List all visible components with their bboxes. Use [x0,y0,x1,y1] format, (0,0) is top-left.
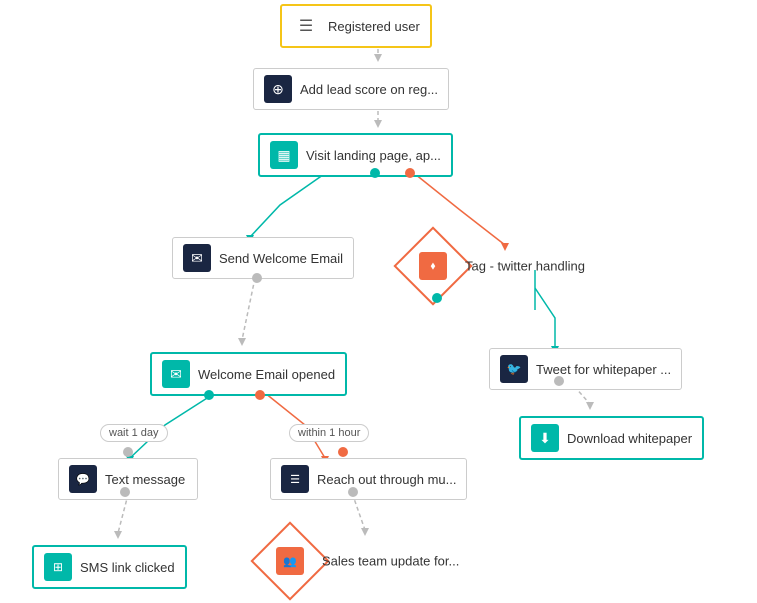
connector-dot-reach-bottom [348,487,358,497]
twitter-icon: 🐦 [500,355,528,383]
download-whitepaper-node[interactable]: ⬇ Download whitepaper [519,416,704,460]
tag-twitter-label: Tag - twitter handling [465,259,585,274]
connector-dot-reach-top [338,447,348,457]
send-welcome-email-node[interactable]: ✉ Send Welcome Email [172,237,354,279]
connector-dot-opened-teal [204,390,214,400]
envelope-icon: ✉ [183,244,211,272]
visit-landing-page-node[interactable]: ▦ Visit landing page, ap... [258,133,453,177]
connector-dot-opened-orange [255,390,265,400]
add-lead-score-node[interactable]: ⊕ Add lead score on reg... [253,68,449,110]
sms-icon: 💬 [69,465,97,493]
registered-user-node[interactable]: ☰ Registered user [280,4,432,48]
connector-dot-visit-orange [405,168,415,178]
tag-twitter-node[interactable]: ⬧ Tag - twitter handling [405,238,625,294]
reach-out-label: Reach out through mu... [317,472,456,487]
send-welcome-email-label: Send Welcome Email [219,251,343,266]
sms-link-clicked-label: SMS link clicked [80,560,175,575]
envelope-open-icon: ✉ [162,360,190,388]
sales-team-update-label: Sales team update for... [322,554,459,569]
sales-team-update-node[interactable]: 👥 Sales team update for... [262,533,492,589]
text-message-label: Text message [105,472,185,487]
person-group-icon: 👥 [276,547,304,575]
welcome-email-opened-label: Welcome Email opened [198,367,335,382]
grid-icon: ▦ [270,141,298,169]
add-lead-score-label: Add lead score on reg... [300,82,438,97]
reach-out-icon: ☰ [281,465,309,493]
connector-dot-visit-teal [370,168,380,178]
connector-dot-tweet-bottom [554,376,564,386]
connector-dot-tag-bottom [432,293,442,303]
connector-dot-text-bottom [120,487,130,497]
tweet-whitepaper-node[interactable]: 🐦 Tweet for whitepaper ... [489,348,682,390]
reach-out-node[interactable]: ☰ Reach out through mu... [270,458,467,500]
welcome-email-opened-node[interactable]: ✉ Welcome Email opened [150,352,347,396]
plus-circle-icon: ⊕ [264,75,292,103]
connector-dot-text-top [123,447,133,457]
visit-landing-page-label: Visit landing page, ap... [306,148,441,163]
wait-1-day-label: wait 1 day [100,424,168,442]
tweet-whitepaper-label: Tweet for whitepaper ... [536,362,671,377]
sms-link-clicked-node[interactable]: ⊞ SMS link clicked [32,545,187,589]
connector-dot-welcome-bottom [252,273,262,283]
workflow-canvas: ☰ Registered user ⊕ Add lead score on re… [0,0,757,603]
download-icon: ⬇ [531,424,559,452]
registered-user-label: Registered user [328,19,420,34]
tag-icon: ⬧ [419,252,447,280]
list-icon: ☰ [292,12,320,40]
within-1-hour-label: within 1 hour [289,424,369,442]
download-whitepaper-label: Download whitepaper [567,431,692,446]
sms-link-icon: ⊞ [44,553,72,581]
